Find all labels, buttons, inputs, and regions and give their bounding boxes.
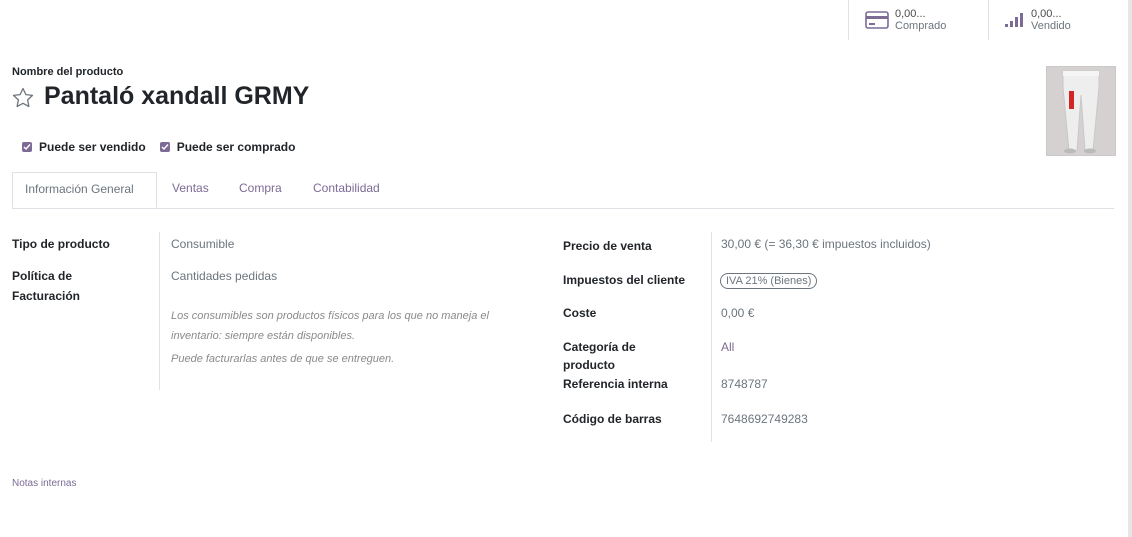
can-be-sold-checkbox[interactable] <box>22 142 32 152</box>
product-type-value[interactable]: Consumible <box>171 234 234 254</box>
product-name-label: Nombre del producto <box>12 66 124 78</box>
invoice-policy-label-line1: Política de <box>12 269 73 283</box>
can-be-purchased-checkbox[interactable] <box>159 142 170 152</box>
can-be-purchased-option: Puede ser comprado <box>159 140 296 154</box>
tab-purchase[interactable]: Compra <box>239 172 282 208</box>
purchased-smart-button[interactable]: 0,00... Comprado <box>848 0 989 40</box>
help-text-invoicing: Puede facturarlas antes de que se entreg… <box>171 353 395 365</box>
sale-price-label: Precio de venta <box>563 239 652 253</box>
product-image[interactable] <box>1046 66 1116 156</box>
internal-notes-placeholder[interactable]: Notas internas <box>12 478 76 489</box>
cost-label: Coste <box>563 306 597 320</box>
sale-price-value[interactable]: 30,00 € (= 36,30 € impuestos incluidos) <box>721 234 931 254</box>
purchased-value: 0,00... <box>895 8 926 20</box>
internal-ref-label: Referencia interna <box>563 377 668 391</box>
invoice-policy-value[interactable]: Cantidades pedidas <box>171 266 277 286</box>
barcode-label: Código de barras <box>563 412 662 426</box>
sale-purchase-options: Puede ser vendido Puede ser comprado <box>22 140 309 154</box>
product-type-label: Tipo de producto <box>12 237 110 251</box>
customer-taxes-label: Impuestos del cliente <box>563 273 686 287</box>
product-type-help: Los consumibles son productos físicos pa… <box>171 306 491 372</box>
star-outline-icon[interactable] <box>11 86 35 110</box>
tab-accounting[interactable]: Contabilidad <box>313 172 380 208</box>
can-be-sold-option: Puede ser vendido <box>22 140 146 154</box>
can-be-sold-label: Puede ser vendido <box>39 140 146 154</box>
tax-tag[interactable]: IVA 21% (Bienes) <box>720 273 818 289</box>
internal-ref-value[interactable]: 8748787 <box>721 374 768 394</box>
left-field-divider <box>159 232 160 390</box>
sold-label: Vendido <box>1031 20 1071 32</box>
form-tabs: Información General Ventas Compra Contab… <box>12 172 1114 209</box>
category-label-line1: Categoría de <box>563 340 636 354</box>
purchased-label: Comprado <box>895 20 947 32</box>
help-text-consumables: Los consumibles son productos físicos pa… <box>171 310 489 342</box>
tab-general-information[interactable]: Información General <box>12 172 157 208</box>
can-be-purchased-label: Puede ser comprado <box>176 140 296 154</box>
category-label-line2: producto <box>563 358 615 372</box>
signal-bars-icon <box>1005 13 1025 27</box>
invoice-policy-label-line2: Facturación <box>12 289 81 303</box>
tab-sales[interactable]: Ventas <box>172 172 209 208</box>
product-name[interactable]: Pantaló xandall GRMY <box>44 82 309 111</box>
category-value[interactable]: All <box>721 337 734 357</box>
barcode-value[interactable]: 7648692749283 <box>721 409 808 429</box>
sold-smart-button[interactable]: 0,00... Vendido <box>988 0 1129 40</box>
sold-value: 0,00... <box>1031 8 1062 20</box>
right-field-divider <box>711 232 712 442</box>
cost-value[interactable]: 0,00 € <box>721 303 754 323</box>
credit-card-icon <box>865 11 889 29</box>
customer-taxes-field[interactable]: IVA 21% (Bienes) <box>720 270 818 290</box>
window-edge <box>1128 0 1132 537</box>
